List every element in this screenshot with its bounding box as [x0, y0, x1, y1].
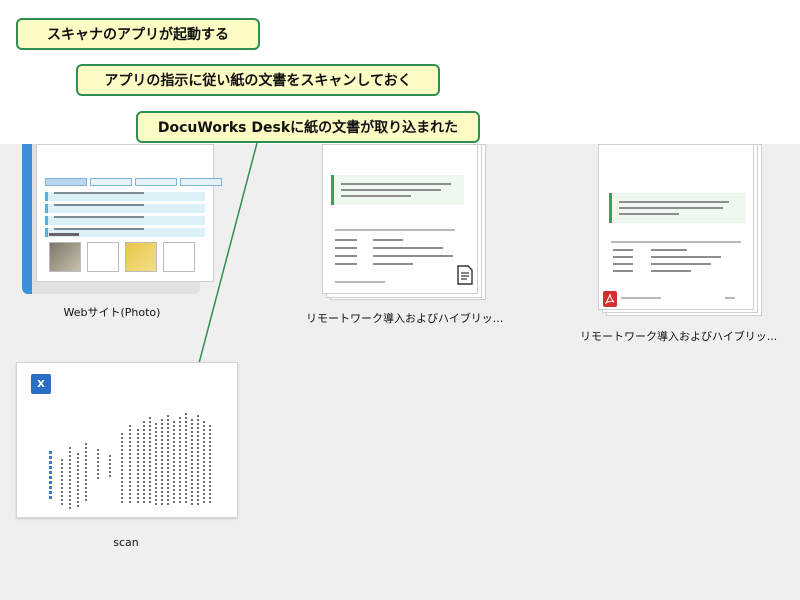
file-label-remote-work-pdf[interactable]: リモートワーク導入およびハイブリッ...	[580, 328, 777, 344]
thumbnail-photos	[49, 242, 195, 272]
pdf-icon	[603, 291, 617, 307]
binder-file-web-photo[interactable]	[22, 144, 222, 296]
docuworks-icon: X	[31, 374, 51, 394]
binder-spine	[22, 144, 32, 294]
file-label-remote-work-doc[interactable]: リモートワーク導入およびハイブリッ...	[306, 310, 503, 326]
thumbnail-tabs	[45, 178, 222, 186]
document-file-remote-work[interactable]	[322, 144, 486, 300]
document-icon	[457, 265, 473, 285]
file-label-scan[interactable]: scan	[96, 536, 156, 549]
callout-step-3: DocuWorks Deskに紙の文書が取り込まれた	[136, 111, 480, 143]
document-thumbnail	[322, 144, 478, 294]
file-label-web-photo[interactable]: Webサイト(Photo)	[52, 304, 172, 320]
scanned-document-file[interactable]: X	[16, 362, 238, 518]
callout-step-1: スキャナのアプリが起動する	[16, 18, 260, 50]
callout-step-2: アプリの指示に従い紙の文書をスキャンしておく	[76, 64, 440, 96]
pdf-file-remote-work[interactable]	[598, 144, 762, 316]
binder-thumbnail	[36, 144, 222, 282]
thumbnail-news-rows	[45, 189, 205, 239]
pdf-thumbnail	[598, 144, 754, 310]
